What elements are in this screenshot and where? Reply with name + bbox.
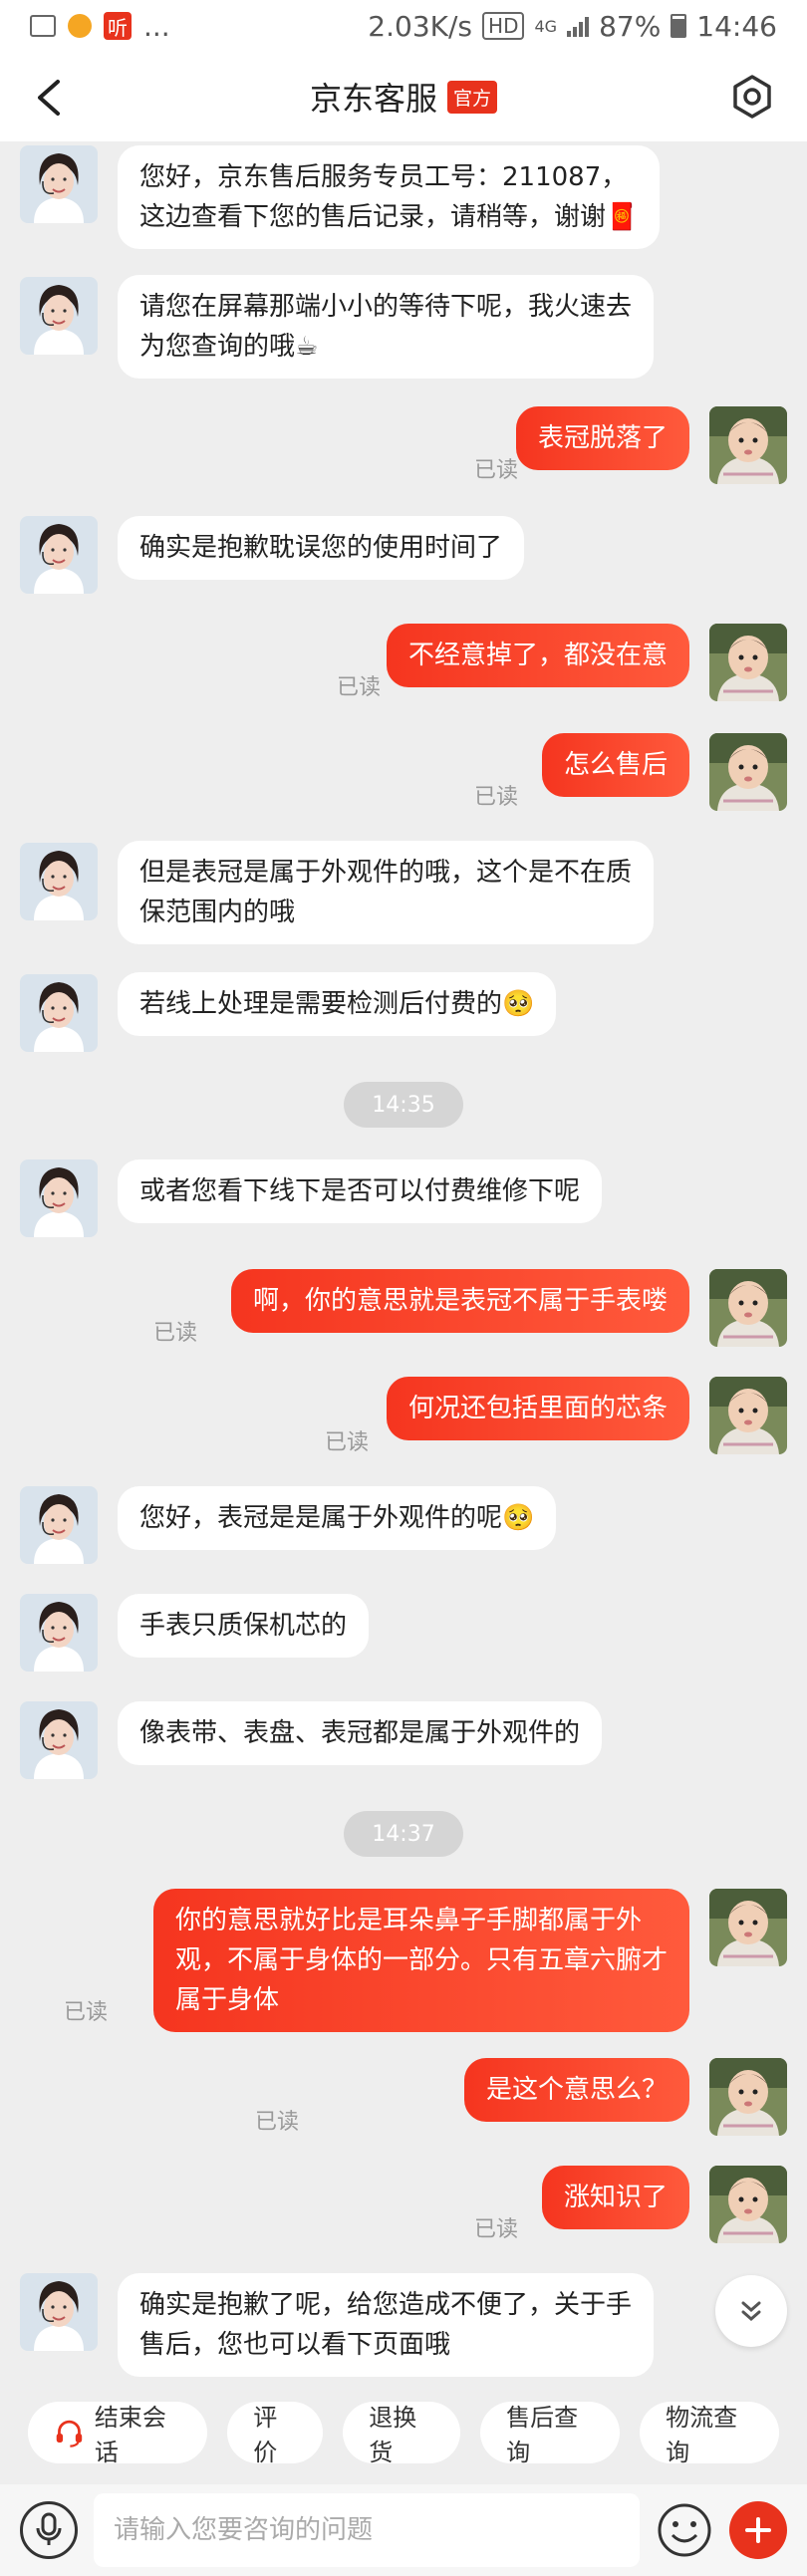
header-title-group: 京东客服 官方 [309, 74, 498, 120]
scroll-to-bottom-button[interactable] [715, 2275, 787, 2347]
user-avatar[interactable] [709, 1269, 787, 1347]
agent-avatar[interactable] [20, 2273, 98, 2351]
headset-icon [56, 2420, 83, 2447]
user-avatar[interactable] [709, 2058, 787, 2136]
agent-avatar[interactable] [20, 843, 98, 920]
read-receipt: 已读 [152, 1321, 197, 1346]
page-title: 京东客服 [309, 80, 437, 118]
end-session-chip[interactable]: 结束会话 [28, 2402, 208, 2466]
agent-message-bubble[interactable]: 确实是抱歉耽误您的使用时间了 [118, 516, 525, 580]
agent-message-bubble[interactable]: 但是表冠是属于外观件的哦，这个是不在质 保范围内的哦 [118, 841, 655, 944]
agent-message-bubble[interactable]: 您好，表冠是是属于外观件的呢🥺 [118, 1486, 557, 1550]
more-dots: ... [143, 9, 170, 43]
agent-avatar[interactable] [20, 1486, 98, 1564]
agent-avatar[interactable] [20, 145, 98, 223]
more-button[interactable] [729, 2501, 787, 2559]
agent-message-bubble[interactable]: 若线上处理是需要检测后付费的🥺 [118, 972, 557, 1036]
app-badge: 听 [104, 12, 132, 40]
user-avatar[interactable] [709, 733, 787, 811]
microphone-icon [36, 2512, 62, 2545]
quick-actions-bar: 结束会话 评价 退换货 售后查询 物流查询 [0, 2381, 807, 2484]
battery-icon [671, 14, 687, 38]
signal-icon [567, 15, 590, 37]
back-arrow-icon[interactable] [30, 76, 70, 120]
user-message-bubble[interactable]: 是这个意思么？ [463, 2058, 689, 2122]
read-receipt: 已读 [254, 2110, 299, 2135]
rate-chip[interactable]: 评价 [227, 2402, 324, 2466]
emoji-icon[interactable] [656, 2501, 713, 2559]
timestamp-divider: 14:37 [344, 1811, 463, 1857]
agent-avatar[interactable] [20, 516, 98, 594]
network-speed: 2.03K/s [368, 9, 473, 43]
read-receipt: 已读 [473, 458, 518, 483]
agent-avatar[interactable] [20, 974, 98, 1052]
user-avatar[interactable] [709, 624, 787, 701]
hd-icon: HD [482, 12, 525, 40]
double-chevron-down-icon [741, 2301, 761, 2321]
agent-message-bubble[interactable]: 像表带、表盘、表冠都是属于外观件的 [118, 1701, 603, 1765]
read-receipt: 已读 [336, 675, 381, 700]
user-message-bubble[interactable]: 不经意掉了，都没在意 [386, 624, 689, 687]
agent-avatar[interactable] [20, 1594, 98, 1672]
clock: 14:46 [696, 9, 777, 43]
user-message-bubble[interactable]: 表冠脱落了 [515, 406, 689, 470]
plus-icon [745, 2517, 771, 2543]
agent-avatar[interactable] [20, 1701, 98, 1779]
read-receipt: 已读 [63, 2000, 108, 2025]
return-exchange-label: 退换货 [369, 2404, 417, 2466]
read-receipt: 已读 [473, 785, 518, 810]
network-type: 4G [534, 16, 558, 36]
end-session-label: 结束会话 [94, 2404, 166, 2466]
user-avatar[interactable] [709, 406, 787, 484]
status-bar: 听 ... 2.03K/s HD 4G 87% 14:46 [0, 0, 807, 52]
chat-header: 京东客服 官方 [0, 52, 807, 141]
logistics-query-chip[interactable]: 物流查询 [640, 2402, 779, 2466]
official-badge: 官方 [447, 80, 498, 114]
user-avatar[interactable] [709, 2166, 787, 2243]
battery-percent: 87% [599, 9, 662, 43]
user-message-bubble[interactable]: 怎么售后 [541, 733, 689, 797]
agent-message-bubble[interactable]: 或者您看下线下是否可以付费维修下呢 [118, 1159, 603, 1223]
agent-message-bubble[interactable]: 手表只质保机芯的 [118, 1594, 370, 1658]
input-bar [0, 2484, 807, 2576]
agent-message-bubble[interactable]: 确实是抱歉了呢，给您造成不便了，关于手 售后，您也可以看下页面哦 [118, 2273, 655, 2377]
return-exchange-chip[interactable]: 退换货 [343, 2402, 461, 2466]
user-message-bubble[interactable]: 啊，你的意思就是表冠不属于手表喽 [230, 1269, 689, 1333]
user-message-bubble[interactable]: 何况还包括里面的芯条 [386, 1377, 689, 1440]
weather-icon [68, 14, 92, 38]
settings-icon[interactable] [727, 72, 777, 122]
agent-avatar[interactable] [20, 277, 98, 355]
aftersale-query-label: 售后查询 [506, 2404, 579, 2466]
agent-message-bubble[interactable]: 您好，京东售后服务专员工号：211087， 这边查看下您的售后记录，请稍等，谢谢… [118, 145, 661, 249]
chat-messages[interactable]: 您好，京东售后服务专员工号：211087， 这边查看下您的售后记录，请稍等，谢谢… [0, 141, 807, 2381]
message-input[interactable] [94, 2493, 640, 2567]
voice-button[interactable] [20, 2501, 78, 2559]
logistics-query-label: 物流查询 [666, 2404, 738, 2466]
timestamp-divider: 14:35 [344, 1082, 463, 1128]
agent-avatar[interactable] [20, 1159, 98, 1237]
read-receipt: 已读 [324, 1430, 369, 1455]
user-avatar[interactable] [709, 1377, 787, 1454]
aftersale-query-chip[interactable]: 售后查询 [480, 2402, 621, 2466]
agent-message-bubble[interactable]: 请您在屏幕那端小小的等待下呢，我火速去 为您查询的哦☕ [118, 275, 655, 379]
gallery-icon [30, 15, 56, 37]
user-avatar[interactable] [709, 1889, 787, 1966]
rate-label: 评价 [253, 2404, 278, 2466]
user-message-bubble[interactable]: 你的意思就好比是耳朵鼻子手脚都属于外 观，不属于身体的一部分。只有五章六腑才 属… [152, 1889, 689, 2032]
user-message-bubble[interactable]: 涨知识了 [541, 2166, 689, 2229]
read-receipt: 已读 [473, 2217, 518, 2242]
